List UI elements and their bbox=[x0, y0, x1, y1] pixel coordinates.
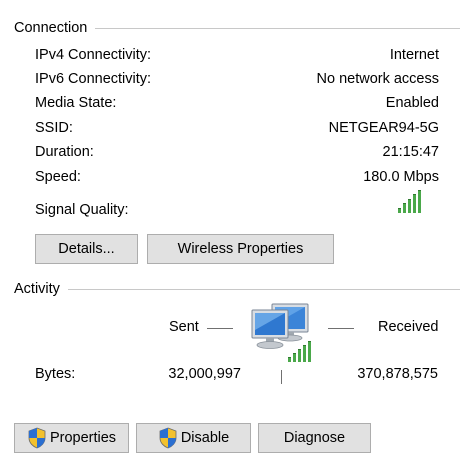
diagnose-button-label: Diagnose bbox=[283, 430, 346, 446]
bytes-received-value: 370,878,575 bbox=[357, 366, 438, 382]
signal-bar bbox=[308, 341, 311, 362]
duration-label: Duration: bbox=[35, 144, 94, 160]
properties-button[interactable]: Properties bbox=[14, 423, 129, 453]
speed-label: Speed: bbox=[35, 169, 81, 185]
ipv6-connectivity-value: No network access bbox=[316, 71, 440, 87]
signal-bar bbox=[413, 194, 416, 213]
ssid-row: SSID: NETGEAR94-5G bbox=[35, 117, 439, 139]
sent-dash bbox=[207, 328, 233, 329]
activity-group-header: Activity bbox=[14, 281, 460, 297]
details-button-label: Details... bbox=[58, 241, 115, 257]
uac-shield-icon bbox=[27, 427, 47, 449]
signal-bar bbox=[298, 349, 301, 362]
bytes-label: Bytes: bbox=[35, 366, 76, 382]
media-state-label: Media State: bbox=[35, 95, 117, 111]
activity-separator bbox=[281, 370, 282, 384]
disable-button-label: Disable bbox=[180, 430, 230, 446]
received-label: Received bbox=[378, 319, 439, 335]
signal-quality-label: Signal Quality: bbox=[35, 202, 129, 218]
activity-title: Activity bbox=[14, 281, 60, 297]
disable-button[interactable]: Disable bbox=[136, 423, 251, 453]
ssid-label: SSID: bbox=[35, 120, 73, 136]
connection-group-header: Connection bbox=[14, 20, 460, 36]
bytes-sent-value: 32,000,997 bbox=[168, 366, 241, 382]
duration-value: 21:15:47 bbox=[382, 144, 439, 160]
sent-label: Sent bbox=[169, 319, 199, 335]
ipv4-connectivity-value: Internet bbox=[389, 47, 439, 63]
activity-divider bbox=[67, 288, 460, 290]
ipv4-connectivity-row: IPv4 Connectivity: Internet bbox=[35, 44, 439, 66]
wireless-properties-button-label: Wireless Properties bbox=[177, 241, 304, 257]
signal-bar bbox=[403, 203, 406, 213]
diagnose-button[interactable]: Diagnose bbox=[258, 423, 371, 453]
signal-bar bbox=[303, 345, 306, 362]
connection-divider bbox=[95, 27, 460, 29]
wireless-properties-button[interactable]: Wireless Properties bbox=[147, 234, 334, 264]
duration-row: Duration: 21:15:47 bbox=[35, 141, 439, 163]
signal-bar bbox=[398, 208, 401, 213]
speed-value: 180.0 Mbps bbox=[363, 169, 439, 185]
connection-title: Connection bbox=[14, 20, 88, 36]
signal-bar bbox=[408, 199, 411, 213]
details-button[interactable]: Details... bbox=[35, 234, 138, 264]
uac-shield-icon bbox=[158, 427, 178, 449]
ipv4-connectivity-label: IPv4 Connectivity: bbox=[35, 47, 152, 63]
signal-quality-row: Signal Quality: bbox=[35, 199, 439, 221]
ipv6-connectivity-label: IPv6 Connectivity: bbox=[35, 71, 152, 87]
signal-bar bbox=[418, 190, 421, 213]
ipv6-connectivity-row: IPv6 Connectivity: No network access bbox=[35, 68, 439, 90]
signal-strength-icon bbox=[398, 189, 421, 213]
media-state-row: Media State: Enabled bbox=[35, 92, 439, 114]
signal-bar bbox=[288, 357, 291, 362]
media-state-value: Enabled bbox=[385, 95, 439, 111]
signal-bar bbox=[293, 353, 296, 362]
speed-row: Speed: 180.0 Mbps bbox=[35, 166, 439, 188]
properties-button-label: Properties bbox=[49, 430, 117, 446]
received-dash bbox=[328, 328, 354, 329]
ssid-value: NETGEAR94-5G bbox=[328, 120, 439, 136]
activity-signal-icon bbox=[288, 340, 311, 362]
